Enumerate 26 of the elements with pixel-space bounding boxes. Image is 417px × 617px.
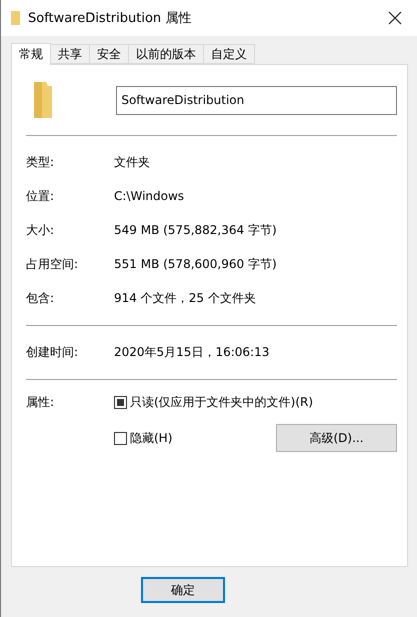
name-field[interactable]: SoftwareDistribution <box>116 86 397 114</box>
property-value: 549 MB (575,882,364 字节) <box>114 222 277 238</box>
tab[interactable]: 安全 <box>89 44 129 64</box>
property-value: 914 个文件，25 个文件夹 <box>114 290 256 306</box>
property-label: 大小: <box>26 222 56 238</box>
folder-icon <box>11 11 20 25</box>
property-label: 位置: <box>26 188 56 204</box>
property-label: 占用空间: <box>26 256 80 272</box>
tab[interactable]: 常规 <box>11 43 51 65</box>
property-value: 2020年5月15日，16:06:13 <box>114 344 270 360</box>
property-value: 551 MB (578,600,960 字节) <box>114 256 277 272</box>
folder-icon <box>32 80 54 120</box>
advanced-button[interactable]: 高级(D)... <box>276 424 397 452</box>
property-label: 创建时间: <box>26 344 80 360</box>
window-title: SoftwareDistribution 属性 <box>28 10 192 27</box>
checkbox[interactable]: 只读(仅应用于文件夹中的文件)(R) <box>114 394 397 411</box>
checkbox[interactable]: 隐藏(H) <box>114 430 172 446</box>
tab[interactable]: 共享 <box>50 44 90 64</box>
ok-button[interactable]: 确定 <box>141 577 225 603</box>
property-label: 属性: <box>26 394 56 411</box>
property-value: 文件夹 <box>114 154 150 170</box>
property-value: C:\Windows <box>114 189 184 203</box>
tab[interactable]: 以前的版本 <box>128 44 204 64</box>
property-label: 包含: <box>26 290 56 306</box>
property-label: 类型: <box>26 154 56 170</box>
tab[interactable]: 自定义 <box>203 44 255 64</box>
